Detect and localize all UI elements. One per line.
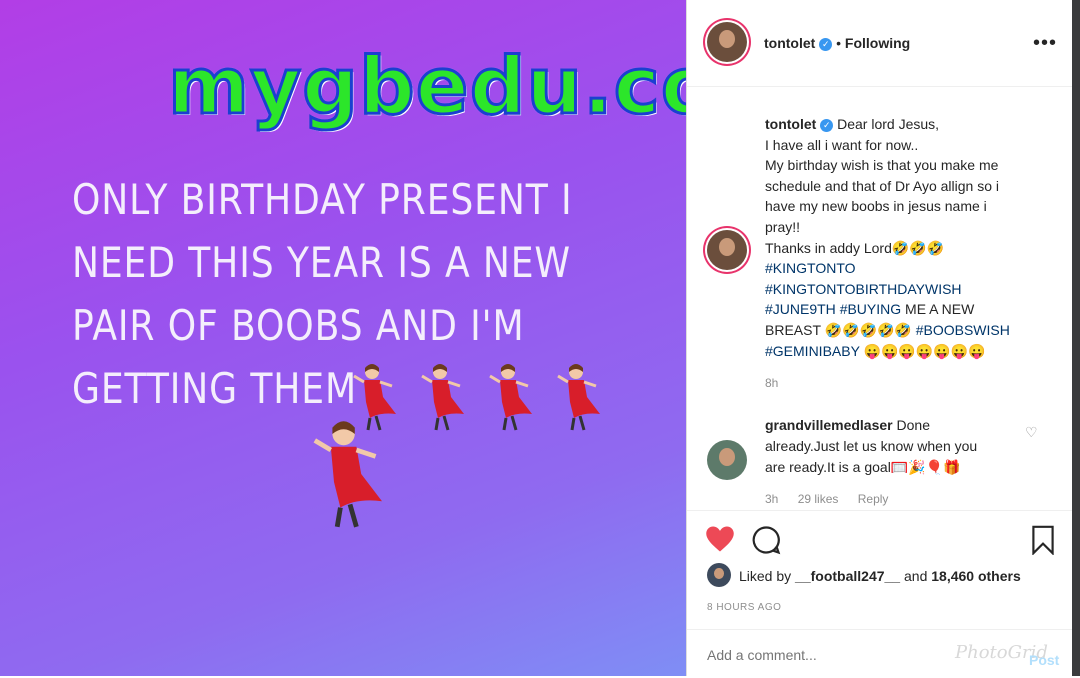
caption-timestamp[interactable]: 8h [765, 376, 778, 390]
comment-meta: 3h 29 likes Reply [765, 492, 904, 506]
comment-text: are ready.It is a goal🥅🎉🎈🎁 [765, 459, 961, 475]
likes-summary[interactable]: Liked by __football247__ and 18,460 othe… [739, 568, 1021, 584]
post-actions: Liked by __football247__ and 18,460 othe… [687, 510, 1073, 677]
comment-timestamp[interactable]: 3h [765, 492, 778, 506]
caption-line: Thanks in addy Lord🤣🤣🤣 [765, 239, 945, 256]
story-line: PAIR OF BOOBS AND I'M [72, 301, 525, 350]
comment-text: Done [892, 417, 930, 433]
hashtag-link[interactable]: #KINGTONTOBIRTHDAYWISH [765, 281, 962, 297]
liker-avatar[interactable] [707, 563, 731, 587]
commenter-avatar[interactable] [707, 440, 747, 480]
verified-badge-icon: ✓ [819, 37, 833, 51]
hashtag-link[interactable]: #JUNE9TH [765, 301, 836, 317]
caption-line: I have all i want for now.. [765, 136, 919, 153]
post-time-ago[interactable]: 8 HOURS AGO [707, 602, 781, 613]
caption-line: My birthday wish is that you make me [765, 157, 999, 174]
liked-by-prefix: Liked by [739, 568, 796, 584]
caption-line: pray!! [765, 218, 801, 235]
liked-by-mid: and [900, 568, 932, 584]
post-caption: tontolet ✓ Dear lord Jesus, I have all i… [765, 114, 1055, 361]
story-line: ONLY BIRTHDAY PRESENT I [72, 175, 573, 224]
comment-like-heart-icon[interactable]: ♡ [1025, 424, 1038, 441]
more-options-icon[interactable]: ••• [1033, 32, 1057, 55]
author-username[interactable]: tontolet [764, 35, 815, 51]
story-image: mygbedu.com ONLY BIRTHDAY PRESENT I NEED… [0, 0, 686, 676]
dancing-woman-icon [418, 362, 470, 432]
hashtag-link[interactable]: #KINGTONTO [765, 260, 856, 276]
caption-line: Dear lord Jesus, [837, 116, 940, 132]
caption-line: schedule and that of Dr Ayo allign so i [765, 177, 1000, 194]
add-comment-bar: PhotoGrid Post [687, 629, 1073, 678]
reply-button[interactable]: Reply [858, 492, 889, 506]
comment-bubble-icon[interactable] [751, 525, 781, 560]
caption-text: 😛😛😛😛😛😛😛 [859, 342, 986, 359]
story-line: NEED THIS YEAR IS A NEW [72, 238, 572, 287]
verified-badge-icon: ✓ [820, 118, 834, 132]
story-line: GETTING THEM [72, 364, 357, 413]
author-avatar[interactable] [707, 22, 747, 62]
caption-line: have my new boobs in jesus name i [765, 198, 987, 215]
dancing-woman-icon [486, 362, 538, 432]
post-comment-button[interactable]: Post [1029, 652, 1059, 668]
commenter-username[interactable]: grandvillemedlaser [765, 417, 893, 433]
post-panel: tontolet ✓ • Following ••• tontolet ✓ De… [686, 0, 1073, 677]
story-text: ONLY BIRTHDAY PRESENT I NEED THIS YEAR I… [72, 168, 573, 420]
dancing-woman-icon [554, 362, 606, 432]
like-heart-icon[interactable] [705, 525, 735, 558]
separator-dot: • [836, 35, 842, 51]
comment-text: already.Just let us know when you [765, 438, 978, 454]
site-watermark: mygbedu.com [167, 41, 687, 134]
post-header: tontolet ✓ • Following ••• [687, 0, 1073, 87]
caption-text: BREAST 🤣🤣🤣🤣🤣 [765, 321, 916, 338]
liked-by-count[interactable]: 18,460 others [931, 568, 1021, 584]
caption-avatar[interactable] [707, 230, 747, 270]
caption-text: ME A NEW [901, 301, 975, 318]
dancing-woman-icon [300, 418, 400, 530]
comment-item: grandvillemedlaser Done already.Just let… [765, 415, 1035, 478]
liked-by-user[interactable]: __football247__ [795, 568, 900, 584]
window-edge [1072, 0, 1080, 676]
hashtag-link[interactable]: #BUYING [840, 301, 901, 317]
comment-input[interactable] [705, 642, 959, 668]
follow-status-button[interactable]: Following [845, 35, 910, 51]
hashtag-link[interactable]: #GEMINIBABY [765, 343, 860, 359]
header-user-line: tontolet ✓ • Following [764, 35, 910, 51]
comment-likes[interactable]: 29 likes [798, 492, 839, 506]
bookmark-icon[interactable] [1031, 525, 1055, 560]
caption-username[interactable]: tontolet [765, 116, 816, 132]
hashtag-link[interactable]: #BOOBSWISH [916, 322, 1010, 338]
